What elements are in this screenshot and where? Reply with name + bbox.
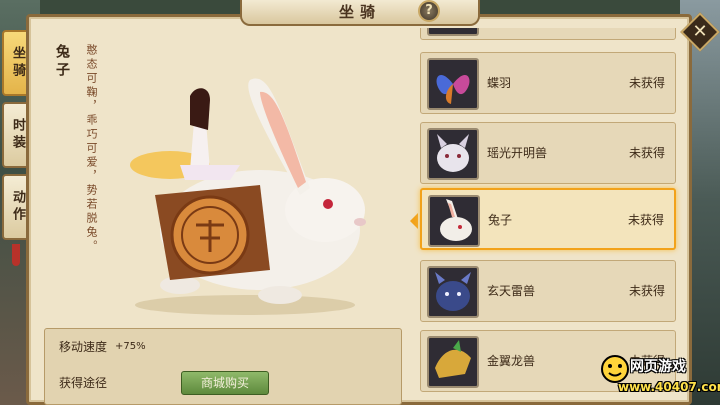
watermark-title: 网页游戏 xyxy=(630,359,686,375)
watermark-url: www.40407.com xyxy=(618,380,720,394)
rabbit-mount-icon xyxy=(428,195,480,247)
list-item-butterfly-wing[interactable]: 蝶羽 未获得 xyxy=(420,52,676,114)
mount-name: 兔子 xyxy=(54,44,70,80)
list-item-rabbit[interactable]: 兔子 未获得 xyxy=(420,188,676,250)
partial-mount-icon xyxy=(427,28,479,36)
source-label: 获得途径 xyxy=(59,376,108,390)
speed-label: 移动速度 xyxy=(59,340,108,354)
list-item-name: 蝶羽 xyxy=(487,76,512,90)
white-beast-mount-icon xyxy=(427,128,479,180)
butterfly-wing-mount-icon xyxy=(427,58,479,110)
thunder-beast-mount-icon xyxy=(427,266,479,318)
watermark-logo: 网页游戏 www.40407.com xyxy=(600,350,720,405)
shop-purchase-button[interactable]: 商城购买 xyxy=(181,371,269,395)
window-title: 坐骑 xyxy=(338,3,381,21)
list-item-white-beast[interactable]: 瑶光开明兽 未获得 xyxy=(420,122,676,184)
title-bar: 坐骑 xyxy=(240,0,480,26)
list-item-status: 未获得 xyxy=(628,146,665,160)
mount-info-box: 移动速度 +75% 获得途径 商城购买 xyxy=(44,328,402,405)
list-item-name: 金翼龙兽 xyxy=(487,354,536,368)
list-item-name: 玄天雷兽 xyxy=(487,284,536,298)
list-item-name: 兔子 xyxy=(488,213,513,227)
help-button[interactable]: ? xyxy=(418,0,440,22)
mount-description: 憨态可鞠，乖巧可爱，势若脱兔。 xyxy=(85,44,98,254)
list-item-partial[interactable] xyxy=(420,28,676,40)
speed-value: +75% xyxy=(115,341,146,352)
golden-dragon-mount-icon xyxy=(427,336,479,388)
list-item-status: 未获得 xyxy=(627,213,664,227)
list-item-name: 瑶光开明兽 xyxy=(487,146,548,160)
list-item-status: 未获得 xyxy=(628,284,665,298)
tassel-decoration xyxy=(12,244,20,266)
list-item-thunder-beast[interactable]: 玄天雷兽 未获得 xyxy=(420,260,676,322)
list-item-status: 未获得 xyxy=(628,76,665,90)
rabbit-mount-illustration xyxy=(130,78,366,315)
mount-list[interactable]: 蝶羽 未获得 瑶光开明兽 未获得 兔子 未获得 玄天雷兽 未获得 金翼龙兽 未获… xyxy=(404,28,692,405)
selection-arrow-icon xyxy=(410,213,418,229)
